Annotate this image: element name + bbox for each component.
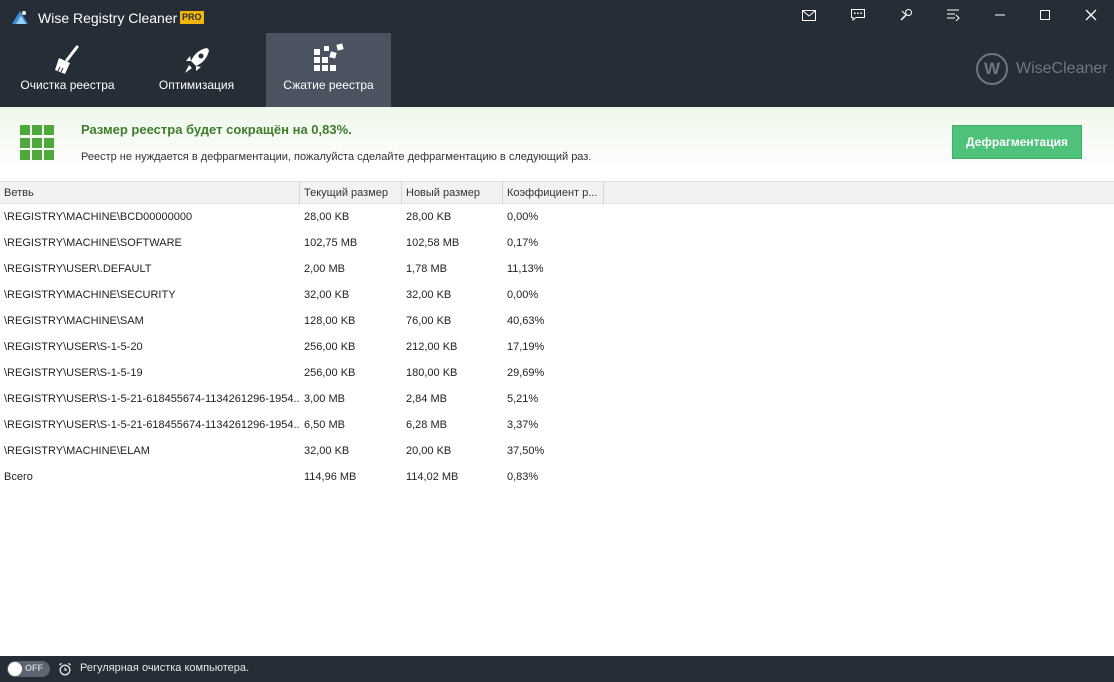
cell-new-size: 180,00 KB xyxy=(406,367,458,379)
cell-current-size: 256,00 KB xyxy=(304,367,356,379)
table-row[interactable]: \REGISTRY\MACHINE\ELAM 32,00 KB 20,00 KB 37… xyxy=(0,438,1114,464)
tools-icon[interactable] xyxy=(896,6,916,24)
cell-branch: \REGISTRY\MACHINE\BCD00000000 xyxy=(4,211,193,223)
grid-blocks-icon xyxy=(20,125,56,161)
table-row-total[interactable]: Всего 114,96 MB 114,02 MB 0,83% xyxy=(0,464,1114,490)
cell-new-size: 102,58 MB xyxy=(406,237,460,249)
cell-ratio: 5,21% xyxy=(507,393,539,405)
minimize-icon[interactable] xyxy=(990,6,1010,24)
close-icon[interactable] xyxy=(1081,6,1101,24)
table-row[interactable]: \REGISTRY\MACHINE\BCD00000000 28,00 KB 28,… xyxy=(0,204,1114,230)
cell-branch: \REGISTRY\MACHINE\ELAM xyxy=(4,445,150,457)
cell-ratio: 0,17% xyxy=(507,237,539,249)
tab-registry-defrag[interactable]: Сжатие реестра xyxy=(266,33,391,107)
cell-new-size: 20,00 KB xyxy=(406,445,452,457)
scheduled-clean-label[interactable]: Регулярная очистка компьютера. xyxy=(80,662,249,674)
cell-new-size: 2,84 MB xyxy=(406,393,447,405)
cell-new-size: 114,02 MB xyxy=(406,471,459,483)
cell-current-size: 102,75 MB xyxy=(304,237,358,249)
app-title: Wise Registry Cleaner X xyxy=(38,10,191,26)
table-row[interactable]: \REGISTRY\MACHINE\SECURITY 32,00 KB 32,00 … xyxy=(0,282,1114,308)
cell-new-size: 1,78 MB xyxy=(406,263,447,275)
cell-ratio: 37,50% xyxy=(507,445,545,457)
cell-branch: \REGISTRY\USER\.DEFAULT xyxy=(4,263,152,275)
tab-label: Очистка реестра xyxy=(20,78,115,92)
scheduled-clean-toggle[interactable]: OFF xyxy=(7,661,50,677)
cell-ratio: 29,69% xyxy=(507,367,545,379)
cell-branch: \REGISTRY\USER\S-1-5-21-618455674-113426… xyxy=(4,419,300,431)
wisecleaner-logo[interactable]: W WiseCleaner xyxy=(976,53,1108,85)
cell-new-size: 6,28 MB xyxy=(406,419,447,431)
cell-branch: \REGISTRY\USER\S-1-5-19 xyxy=(4,367,143,379)
maximize-icon[interactable] xyxy=(1035,6,1055,24)
mail-icon[interactable] xyxy=(799,6,819,24)
column-header-branch[interactable]: Ветвь xyxy=(0,182,300,204)
menu-settings-icon[interactable] xyxy=(943,6,963,24)
app-logo-icon xyxy=(10,8,30,28)
table-row[interactable]: \REGISTRY\USER\S-1-5-19 256,00 KB 180,00 K… xyxy=(0,360,1114,386)
cell-branch: \REGISTRY\USER\S-1-5-21-618455674-113426… xyxy=(4,393,300,405)
cell-branch: \REGISTRY\MACHINE\SAM xyxy=(4,315,144,327)
status-title: Размер реестра будет сокращён на 0,83%. xyxy=(81,122,352,137)
cell-ratio: 0,00% xyxy=(507,211,539,223)
cell-ratio: 11,13% xyxy=(507,263,544,275)
table-body: \REGISTRY\MACHINE\BCD00000000 28,00 KB 28,… xyxy=(0,204,1114,490)
rocket-icon xyxy=(180,43,214,77)
footer-bar: OFF Регулярная очистка компьютера. xyxy=(0,656,1114,682)
table-row[interactable]: \REGISTRY\USER\.DEFAULT 2,00 MB 1,78 MB 11,… xyxy=(0,256,1114,282)
status-subtitle: Реестр не нуждается в дефрагментации, по… xyxy=(81,151,592,163)
cell-new-size: 32,00 KB xyxy=(406,289,452,301)
cell-ratio: 40,63% xyxy=(507,315,545,327)
tab-registry-cleaner[interactable]: Очистка реестра xyxy=(5,33,130,107)
cell-new-size: 76,00 KB xyxy=(406,315,452,327)
cell-current-size: 32,00 KB xyxy=(304,445,350,457)
cell-ratio: 0,83% xyxy=(507,471,539,483)
compress-blocks-icon xyxy=(312,43,346,77)
cell-ratio: 3,37% xyxy=(507,419,539,431)
toggle-state: OFF xyxy=(25,663,43,673)
alarm-clock-icon xyxy=(58,662,72,676)
tab-label: Оптимизация xyxy=(158,78,235,92)
table-row[interactable]: \REGISTRY\USER\S-1-5-21-618455674-113426… xyxy=(0,412,1114,438)
column-header-ratio[interactable]: Коэффициент р... xyxy=(503,182,604,204)
table-header: Ветвь Текущий размер Новый размер Коэффи… xyxy=(0,182,1114,204)
cell-current-size: 32,00 KB xyxy=(304,289,350,301)
brand-logo-icon: W xyxy=(976,53,1008,85)
cell-ratio: 0,00% xyxy=(507,289,539,301)
broom-icon xyxy=(51,43,85,77)
cell-current-size: 256,00 KB xyxy=(304,341,356,353)
column-header-current-size[interactable]: Текущий размер xyxy=(300,182,402,204)
tab-optimization[interactable]: Оптимизация xyxy=(134,33,259,107)
status-banner: Размер реестра будет сокращён на 0,83%. … xyxy=(0,107,1114,182)
pro-badge: PRO xyxy=(180,11,204,24)
cell-current-size: 3,00 MB xyxy=(304,393,345,405)
brand-name: WiseCleaner xyxy=(1016,60,1108,77)
table-row[interactable]: \REGISTRY\USER\S-1-5-21-618455674-113426… xyxy=(0,386,1114,412)
header: Wise Registry Cleaner X PRO Очистка реес… xyxy=(0,0,1114,107)
cell-current-size: 114,96 MB xyxy=(304,471,357,483)
cell-new-size: 212,00 KB xyxy=(406,341,458,353)
cell-branch: \REGISTRY\MACHINE\SOFTWARE xyxy=(4,237,182,249)
cell-current-size: 2,00 MB xyxy=(304,263,345,275)
cell-current-size: 6,50 MB xyxy=(304,419,345,431)
cell-current-size: 28,00 KB xyxy=(304,211,350,223)
cell-branch: \REGISTRY\USER\S-1-5-20 xyxy=(4,341,143,353)
table-row[interactable]: \REGISTRY\USER\S-1-5-20 256,00 KB 212,00 K… xyxy=(0,334,1114,360)
tab-label: Сжатие реестра xyxy=(283,78,374,92)
table-row[interactable]: \REGISTRY\MACHINE\SOFTWARE 102,75 MB 102,5… xyxy=(0,230,1114,256)
table-row[interactable]: \REGISTRY\MACHINE\SAM 128,00 KB 76,00 KB 40… xyxy=(0,308,1114,334)
cell-branch: \REGISTRY\MACHINE\SECURITY xyxy=(4,289,176,301)
cell-ratio: 17,19% xyxy=(507,341,545,353)
column-header-new-size[interactable]: Новый размер xyxy=(402,182,503,204)
feedback-icon[interactable] xyxy=(848,6,868,24)
defragment-button[interactable]: Дефрагментация xyxy=(952,125,1082,159)
cell-current-size: 128,00 KB xyxy=(304,315,356,327)
cell-new-size: 28,00 KB xyxy=(406,211,452,223)
toggle-knob xyxy=(8,662,22,676)
cell-branch: Всего xyxy=(4,471,33,483)
